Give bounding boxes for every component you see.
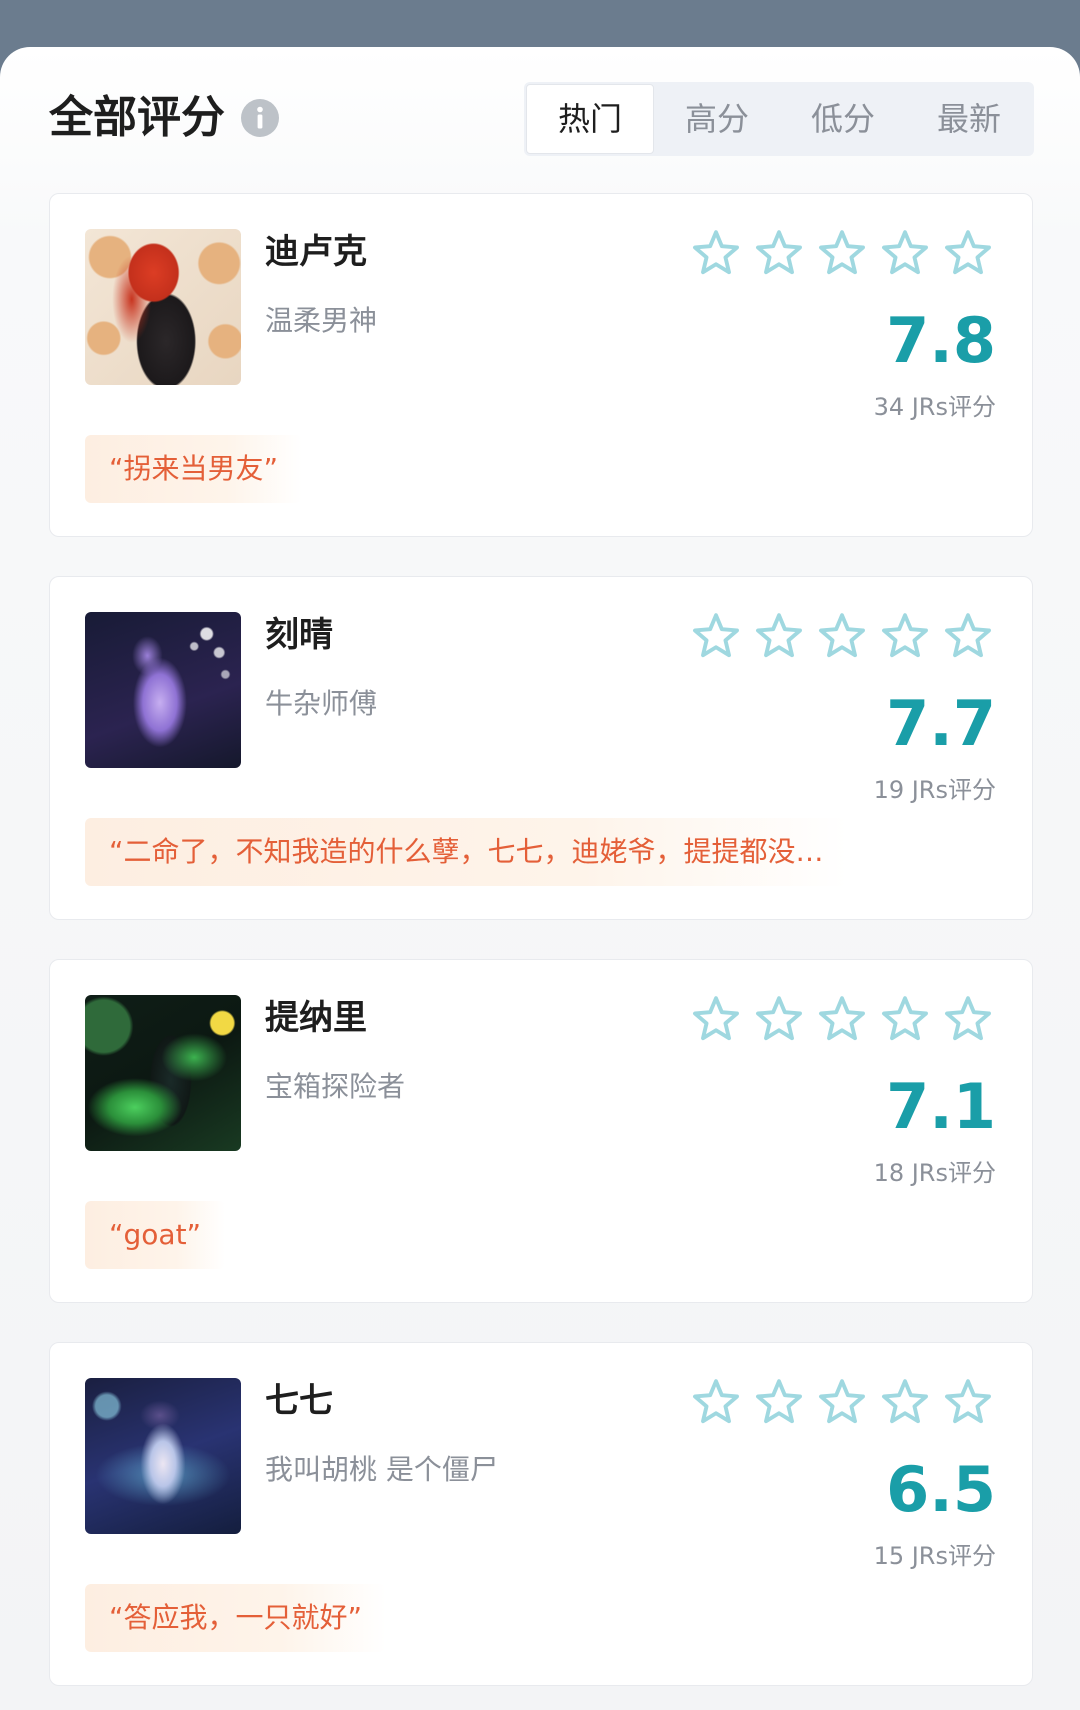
star-outline-icon[interactable] bbox=[753, 610, 805, 662]
rating-card-list: 迪卢克 温柔男神 7.8 34 JRs评分 “拐来当男友” 刻晴 牛杂师傅 7.… bbox=[49, 193, 1033, 1710]
character-avatar bbox=[85, 229, 241, 385]
rating-card[interactable]: 迪卢克 温柔男神 7.8 34 JRs评分 “拐来当男友” bbox=[49, 193, 1033, 537]
average-score: 7.7 bbox=[886, 687, 996, 760]
rating-card[interactable]: 提纳里 宝箱探险者 7.1 18 JRs评分 “goat” bbox=[49, 959, 1033, 1303]
star-rating bbox=[690, 1376, 994, 1428]
star-outline-icon[interactable] bbox=[690, 610, 742, 662]
star-outline-icon[interactable] bbox=[879, 993, 931, 1045]
star-outline-icon[interactable] bbox=[879, 227, 931, 279]
tab-latest[interactable]: 最新 bbox=[906, 84, 1032, 154]
star-outline-icon[interactable] bbox=[690, 227, 742, 279]
ratings-panel: 全部评分 热门 高分 低分 最新 迪卢克 温柔男神 7.8 34 JRs评分 “… bbox=[0, 47, 1080, 1710]
star-outline-icon[interactable] bbox=[942, 610, 994, 662]
star-outline-icon[interactable] bbox=[942, 227, 994, 279]
character-subtitle: 宝箱探险者 bbox=[265, 1070, 406, 1103]
star-outline-icon[interactable] bbox=[816, 227, 868, 279]
rating-card[interactable]: 刻晴 牛杂师傅 7.7 19 JRs评分 “二命了，不知我造的什么孽，七七，迪姥… bbox=[49, 576, 1033, 920]
top-comment-quote[interactable]: “二命了，不知我造的什么孽，七七，迪姥爷，提提都没… bbox=[85, 818, 848, 886]
info-icon[interactable] bbox=[240, 98, 280, 138]
average-score: 7.1 bbox=[886, 1070, 996, 1143]
character-avatar bbox=[85, 1378, 241, 1534]
character-name: 迪卢克 bbox=[265, 232, 367, 272]
top-comment-quote[interactable]: “答应我，一只就好” bbox=[85, 1584, 387, 1652]
average-score: 7.8 bbox=[886, 304, 996, 377]
rating-count: 18 JRs评分 bbox=[873, 1159, 996, 1187]
average-score: 6.5 bbox=[886, 1453, 996, 1526]
star-outline-icon[interactable] bbox=[753, 993, 805, 1045]
star-outline-icon[interactable] bbox=[753, 227, 805, 279]
character-avatar bbox=[85, 995, 241, 1151]
star-outline-icon[interactable] bbox=[942, 993, 994, 1045]
tab-high-score[interactable]: 高分 bbox=[654, 84, 780, 154]
tab-hot[interactable]: 热门 bbox=[526, 84, 654, 154]
rating-card[interactable]: 七七 我叫胡桃 是个僵尸 6.5 15 JRs评分 “答应我，一只就好” bbox=[49, 1342, 1033, 1686]
star-rating bbox=[690, 610, 994, 662]
page-title: 全部评分 bbox=[49, 92, 225, 143]
star-rating bbox=[690, 993, 994, 1045]
character-subtitle: 牛杂师傅 bbox=[265, 687, 378, 720]
character-name: 刻晴 bbox=[265, 615, 333, 655]
character-subtitle: 我叫胡桃 是个僵尸 bbox=[265, 1453, 498, 1486]
star-outline-icon[interactable] bbox=[690, 1376, 742, 1428]
star-outline-icon[interactable] bbox=[816, 993, 868, 1045]
star-outline-icon[interactable] bbox=[690, 993, 742, 1045]
rating-count: 19 JRs评分 bbox=[873, 776, 996, 804]
star-outline-icon[interactable] bbox=[753, 1376, 805, 1428]
star-outline-icon[interactable] bbox=[816, 610, 868, 662]
star-rating bbox=[690, 227, 994, 279]
character-subtitle: 温柔男神 bbox=[265, 304, 378, 337]
tab-low-score[interactable]: 低分 bbox=[780, 84, 906, 154]
top-comment-quote[interactable]: “goat” bbox=[85, 1201, 226, 1269]
character-name: 七七 bbox=[265, 1381, 333, 1421]
character-avatar bbox=[85, 612, 241, 768]
rating-count: 34 JRs评分 bbox=[873, 393, 996, 421]
star-outline-icon[interactable] bbox=[879, 1376, 931, 1428]
rating-count: 15 JRs评分 bbox=[873, 1542, 996, 1570]
star-outline-icon[interactable] bbox=[816, 1376, 868, 1428]
character-name: 提纳里 bbox=[265, 998, 367, 1038]
star-outline-icon[interactable] bbox=[879, 610, 931, 662]
sort-tabs: 热门 高分 低分 最新 bbox=[524, 82, 1034, 156]
top-comment-quote[interactable]: “拐来当男友” bbox=[85, 435, 303, 503]
star-outline-icon[interactable] bbox=[942, 1376, 994, 1428]
